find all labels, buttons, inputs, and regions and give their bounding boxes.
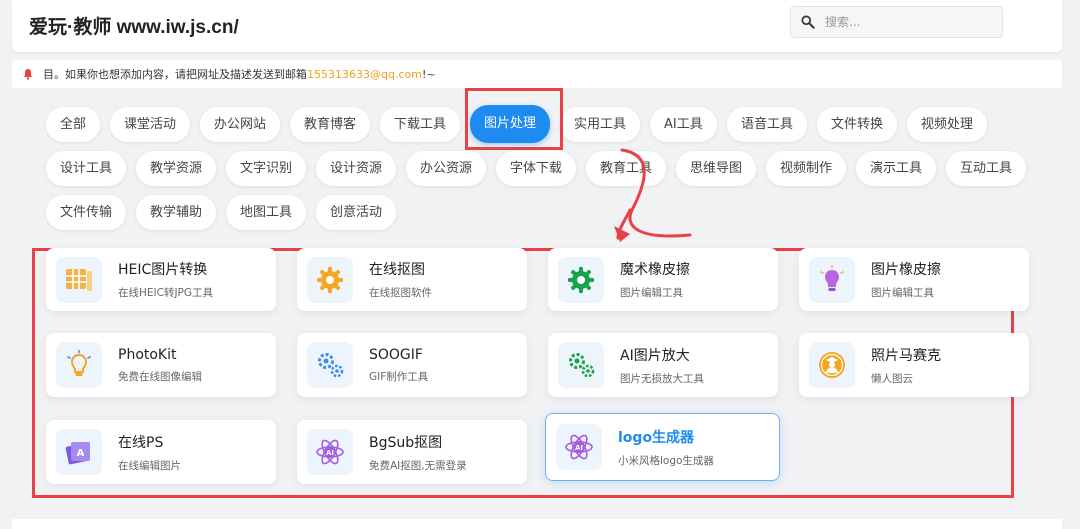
tag-utilities[interactable]: 实用工具	[560, 107, 641, 142]
gear-icon	[558, 256, 604, 303]
tool-desc: 小米风格logo生成器	[618, 454, 714, 467]
notice-text: 目。如果你也想添加内容，请把网址及描述发送到邮箱	[43, 68, 307, 81]
svg-text:AI: AI	[326, 449, 334, 457]
tool-name: HEIC图片转换	[118, 262, 208, 278]
ai-atom-icon: AI	[307, 429, 353, 475]
tag-design-tools[interactable]: 设计工具	[46, 151, 127, 186]
tool-desc: 免费AI抠图,无需登录	[369, 459, 467, 472]
tool-name: 在线PS	[118, 434, 164, 451]
notice-email[interactable]: 155313633@qq.com	[307, 68, 422, 81]
tag-voice-tools[interactable]: 语音工具	[727, 107, 808, 142]
photo-stack-icon: A	[56, 429, 102, 475]
tool-card-photo-mosaic[interactable]: 照片马赛克 懒人图云	[799, 333, 1029, 397]
tool-name: PhotoKit	[118, 346, 177, 363]
bulb-icon	[56, 342, 102, 388]
tag-edu-blog[interactable]: 教育博客	[290, 107, 371, 142]
tool-desc: 在线编辑图片	[118, 459, 181, 472]
search-input[interactable]	[825, 15, 975, 29]
tool-card-photokit[interactable]: PhotoKit 免费在线图像编辑	[46, 333, 276, 397]
tag-classroom[interactable]: 课堂活动	[110, 107, 191, 142]
tag-presentation[interactable]: 演示工具	[856, 151, 937, 186]
tag-interactive[interactable]: 互动工具	[946, 151, 1027, 186]
tool-card-heic[interactable]: HEIC图片转换 在线HEIC转JPG工具	[46, 248, 276, 311]
tool-desc: 图片编辑工具	[620, 287, 683, 299]
annotation-arrow	[614, 148, 692, 242]
tool-card-image-eraser[interactable]: 图片橡皮擦 图片编辑工具	[799, 248, 1029, 311]
tag-video-making[interactable]: 视频制作	[766, 151, 847, 186]
tool-name: logo生成器	[618, 429, 695, 446]
tool-desc: GIF制作工具	[369, 370, 429, 383]
tag-ai-tools[interactable]: AI工具	[650, 107, 717, 142]
svg-text:AI: AI	[575, 444, 583, 452]
tool-name: SOOGIF	[369, 346, 423, 363]
tool-card-online-cutout[interactable]: 在线抠图 在线抠图软件	[297, 248, 527, 311]
tag-edu-tools[interactable]: 教育工具	[586, 151, 667, 186]
grid-icon	[56, 256, 102, 303]
tool-desc: 免费在线图像编辑	[118, 370, 202, 383]
tool-desc: 懒人图云	[871, 372, 913, 385]
tool-card-soogif[interactable]: SOOGIF GIF制作工具	[297, 333, 527, 397]
tool-desc: 在线抠图软件	[369, 287, 432, 299]
tool-name: 在线抠图	[369, 262, 425, 278]
tool-card-magic-eraser[interactable]: 魔术橡皮擦 图片编辑工具	[548, 248, 778, 311]
tool-name: BgSub抠图	[369, 434, 443, 451]
tool-desc: 在线HEIC转JPG工具	[118, 287, 214, 299]
notice-suffix: !~	[421, 67, 436, 81]
tool-desc: 图片无损放大工具	[620, 372, 704, 385]
gear-icon	[307, 256, 353, 303]
tag-mind-map[interactable]: 思维导图	[676, 151, 757, 186]
tool-card-online-ps[interactable]: A 在线PS 在线编辑图片	[46, 420, 276, 484]
tool-card-logo-generator[interactable]: AI logo生成器 小米风格logo生成器	[545, 413, 780, 481]
search-box[interactable]	[790, 6, 1003, 38]
tag-creative[interactable]: 创意活动	[316, 195, 397, 230]
tag-teaching-resources[interactable]: 教学资源	[136, 151, 217, 186]
search-icon	[801, 15, 815, 29]
tag-video-processing[interactable]: 视频处理	[907, 107, 988, 142]
tool-name: 照片马赛克	[871, 347, 941, 364]
ai-atom-icon: AI	[556, 424, 602, 470]
notice-bar: 目。如果你也想添加内容，请把网址及描述发送到邮箱 155313633@qq.co…	[12, 60, 1062, 88]
bulb-icon	[809, 256, 855, 303]
tag-teaching-aid[interactable]: 教学辅助	[136, 195, 217, 230]
tag-office-sites[interactable]: 办公网站	[200, 107, 281, 142]
tag-font-download[interactable]: 字体下载	[496, 151, 577, 186]
gears-icon	[558, 342, 604, 388]
gears-icon	[307, 342, 353, 388]
svg-text:A: A	[77, 448, 85, 459]
tag-office-resources[interactable]: 办公资源	[406, 151, 487, 186]
tag-image-processing[interactable]: 图片处理	[470, 105, 551, 143]
tag-file-transfer[interactable]: 文件传输	[46, 195, 127, 230]
tool-card-bgsub[interactable]: AI BgSub抠图 免费AI抠图,无需登录	[297, 420, 527, 484]
tag-file-convert[interactable]: 文件转换	[817, 107, 898, 142]
tag-download[interactable]: 下载工具	[380, 107, 461, 142]
tool-desc: 图片编辑工具	[871, 287, 934, 299]
tag-ocr[interactable]: 文字识别	[226, 151, 307, 186]
header: 爱玩·教师 www.iw.js.cn/	[12, 0, 1062, 52]
tool-card-ai-upscale[interactable]: AI图片放大 图片无损放大工具	[548, 333, 778, 397]
tool-name: 图片橡皮擦	[871, 262, 941, 278]
tag-all[interactable]: 全部	[46, 107, 101, 142]
site-title[interactable]: 爱玩·教师 www.iw.js.cn/	[29, 12, 239, 39]
tag-map-tools[interactable]: 地图工具	[226, 195, 307, 230]
bell-icon	[23, 69, 33, 80]
tool-name: 魔术橡皮擦	[620, 262, 690, 278]
next-section-edge	[12, 519, 1062, 529]
tag-design-resources[interactable]: 设计资源	[316, 151, 397, 186]
user-badge-icon	[809, 342, 855, 388]
tool-name: AI图片放大	[620, 347, 690, 364]
